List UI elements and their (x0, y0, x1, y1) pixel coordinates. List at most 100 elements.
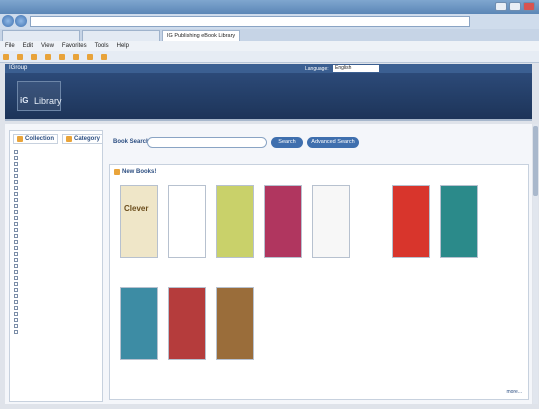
book-cover[interactable]: Clever (120, 185, 158, 258)
scrollbar[interactable] (533, 124, 538, 404)
checkbox-icon[interactable] (14, 270, 18, 274)
forward-icon[interactable] (15, 15, 27, 27)
menu-favorites[interactable]: Favorites (62, 41, 87, 51)
checkbox-icon[interactable] (14, 204, 18, 208)
sidebar-item-publisher[interactable] (14, 233, 98, 238)
checkbox-icon[interactable] (14, 216, 18, 220)
menu-help[interactable]: Help (117, 41, 129, 51)
favorite-link[interactable] (45, 53, 53, 60)
checkbox-icon[interactable] (14, 294, 18, 298)
sidebar-item-publisher[interactable] (14, 173, 98, 178)
checkbox-icon[interactable] (14, 174, 18, 178)
book-item[interactable] (168, 287, 206, 362)
book-item[interactable] (216, 185, 254, 260)
checkbox-icon[interactable] (14, 276, 18, 280)
sidebar-item-publisher[interactable] (14, 263, 98, 268)
sidebar-item-publisher[interactable] (14, 161, 98, 166)
checkbox-icon[interactable] (14, 198, 18, 202)
maximize-icon[interactable] (509, 2, 521, 11)
browser-tab-active[interactable]: IG Publishing eBook Library (162, 30, 240, 41)
checkbox-icon[interactable] (14, 192, 18, 196)
checkbox-icon[interactable] (14, 330, 18, 334)
sidebar-item-publisher[interactable] (14, 305, 98, 310)
book-item[interactable] (264, 185, 302, 260)
checkbox-icon[interactable] (14, 162, 18, 166)
sidebar-item-publisher[interactable] (14, 155, 98, 160)
checkbox-icon[interactable] (14, 222, 18, 226)
sidebar-item-publisher[interactable] (14, 227, 98, 232)
checkbox-icon[interactable] (14, 318, 18, 322)
browser-tab[interactable] (82, 30, 160, 41)
checkbox-icon[interactable] (14, 234, 18, 238)
checkbox-icon[interactable] (14, 252, 18, 256)
checkbox-icon[interactable] (14, 186, 18, 190)
checkbox-icon[interactable] (14, 246, 18, 250)
sidebar-item-publisher[interactable] (14, 323, 98, 328)
checkbox-icon[interactable] (14, 324, 18, 328)
sidebar-item-publisher[interactable] (14, 215, 98, 220)
checkbox-icon[interactable] (14, 240, 18, 244)
tab-category[interactable]: Category (62, 134, 102, 144)
checkbox-icon[interactable] (14, 150, 18, 154)
sidebar-item-publisher[interactable] (14, 203, 98, 208)
sidebar-item-publisher[interactable] (14, 197, 98, 202)
favorite-link[interactable] (87, 53, 95, 60)
address-bar[interactable] (30, 16, 470, 27)
scroll-thumb[interactable] (533, 126, 538, 196)
sidebar-item-publisher[interactable] (14, 167, 98, 172)
menu-tools[interactable]: Tools (95, 41, 109, 51)
checkbox-icon[interactable] (14, 180, 18, 184)
book-cover[interactable] (392, 185, 430, 258)
favorite-link[interactable] (3, 53, 11, 60)
more-link[interactable]: more... (506, 389, 522, 395)
checkbox-icon[interactable] (14, 264, 18, 268)
search-input[interactable] (147, 137, 267, 148)
language-select[interactable]: English (333, 65, 379, 72)
book-cover[interactable] (312, 185, 350, 258)
checkbox-icon[interactable] (14, 258, 18, 262)
checkbox-icon[interactable] (14, 300, 18, 304)
book-cover[interactable] (168, 185, 206, 258)
book-item[interactable] (392, 185, 430, 260)
favorite-link[interactable] (101, 53, 109, 60)
sidebar-item-publisher[interactable] (14, 293, 98, 298)
book-item[interactable]: Clever (120, 185, 158, 260)
sidebar-item-publisher[interactable] (14, 179, 98, 184)
checkbox-icon[interactable] (14, 288, 18, 292)
sidebar-item-publisher[interactable] (14, 245, 98, 250)
checkbox-icon[interactable] (14, 210, 18, 214)
checkbox-icon[interactable] (14, 282, 18, 286)
checkbox-icon[interactable] (14, 156, 18, 160)
book-item[interactable] (312, 185, 350, 260)
book-cover[interactable] (264, 185, 302, 258)
checkbox-icon[interactable] (14, 306, 18, 310)
sidebar-item-publisher[interactable] (14, 299, 98, 304)
tab-collection[interactable]: Collection (13, 134, 59, 144)
book-cover[interactable] (120, 287, 158, 360)
close-icon[interactable] (523, 2, 535, 11)
checkbox-icon[interactable] (14, 228, 18, 232)
sidebar-item-publisher[interactable] (14, 257, 98, 262)
book-cover[interactable] (216, 185, 254, 258)
search-button[interactable]: Search (271, 137, 303, 148)
sidebar-item-publisher[interactable] (14, 185, 98, 190)
minimize-icon[interactable] (495, 2, 507, 11)
book-cover[interactable] (440, 185, 478, 258)
sidebar-item-publisher[interactable] (14, 191, 98, 196)
book-cover[interactable] (168, 287, 206, 360)
sidebar-item-publisher[interactable] (14, 149, 98, 154)
browser-tab[interactable] (2, 30, 80, 41)
sidebar-item-publisher[interactable] (14, 251, 98, 256)
sidebar-item-publisher[interactable] (14, 281, 98, 286)
back-icon[interactable] (2, 15, 14, 27)
book-item[interactable] (216, 287, 254, 362)
favorite-link[interactable] (73, 53, 81, 60)
sidebar-item-publisher[interactable] (14, 275, 98, 280)
menu-edit[interactable]: Edit (23, 41, 33, 51)
sidebar-item-publisher[interactable] (14, 209, 98, 214)
book-cover[interactable] (216, 287, 254, 360)
sidebar-item-publisher[interactable] (14, 287, 98, 292)
book-item[interactable] (120, 287, 158, 362)
favorite-link[interactable] (31, 53, 39, 60)
book-item[interactable] (440, 185, 478, 260)
